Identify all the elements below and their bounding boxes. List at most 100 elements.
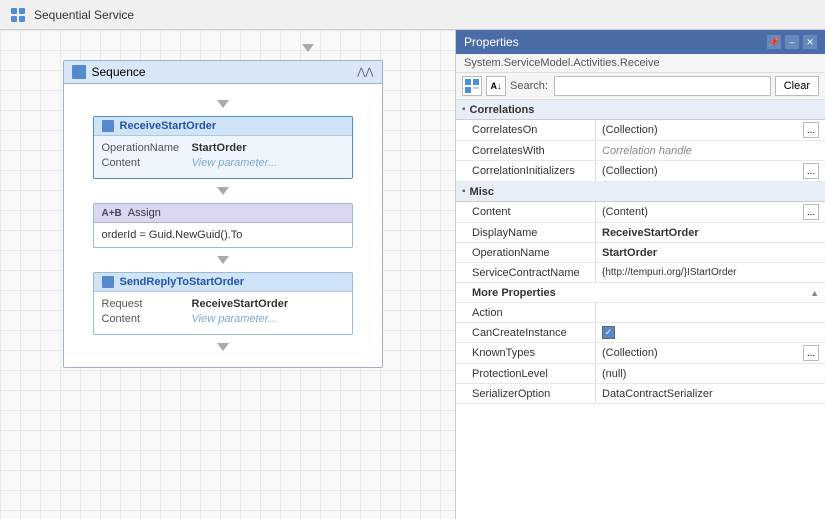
send-reply-value-0: ReceiveStartOrder [192,298,289,310]
prop-name-protection-level: ProtectionLevel [456,364,596,383]
properties-panel: Properties 📌 – ✕ System.ServiceModel.Act… [455,30,825,519]
send-reply-row-1: Content View parameter... [102,313,344,325]
prop-name-action: Action [456,303,596,322]
prop-correlation-init: CorrelationInitializers (Collection) ... [456,161,825,182]
section-correlations: ▪ Correlations [456,100,825,120]
correlation-init-btn[interactable]: ... [803,163,819,179]
props-toolbar: A↓ Search: Clear [456,73,825,100]
prop-name-content: Content [456,202,596,222]
prop-value-display-name: ReceiveStartOrder [596,223,825,242]
app-icon [10,7,26,23]
misc-label: Misc [470,186,494,198]
prop-correlates-on: CorrelatesOn (Collection) ... [456,120,825,141]
prop-name-serializer: SerializerOption [456,384,596,403]
assign-activity[interactable]: A+B Assign orderId = Guid.NewGuid().To [93,203,353,248]
props-pin-btn[interactable]: 📌 [767,35,781,49]
prop-value-protection-level: (null) [596,364,825,383]
app-title: Sequential Service [34,8,134,22]
props-title-controls: 📌 – ✕ [767,35,817,49]
prop-known-types: KnownTypes (Collection) ... [456,343,825,364]
inner-connector-top [217,100,229,108]
props-title-bar: Properties 📌 – ✕ [456,30,825,54]
assign-expression: orderId = Guid.NewGuid().To [102,229,243,241]
receive-value-1: View parameter... [192,157,278,169]
prop-operation-name: OperationName StartOrder [456,243,825,263]
correlates-on-btn[interactable]: ... [803,122,819,138]
send-reply-header: SendReplyToStartOrder [94,273,352,292]
top-connector [302,44,314,52]
prop-name-can-create: CanCreateInstance [456,323,596,342]
prop-value-serializer: DataContractSerializer [596,384,825,403]
props-search-input[interactable] [554,76,771,96]
prop-correlates-with: CorrelatesWith Correlation handle [456,141,825,161]
props-subtitle: System.ServiceModel.Activities.Receive [456,54,825,73]
app-title-bar: Sequential Service [0,0,825,30]
receive-row-0: OperationName StartOrder [102,142,344,154]
prop-value-can-create: ✓ [596,323,825,342]
sequence-container: Sequence ⋀⋀ ReceiveStartOrder [63,60,383,368]
prop-name-known-types: KnownTypes [456,343,596,363]
assign-header: A+B Assign [94,204,352,223]
sequence-label: Sequence [92,65,146,79]
assign-body: orderId = Guid.NewGuid().To [94,223,352,247]
workflow-canvas[interactable]: Sequence ⋀⋀ ReceiveStartOrder [0,30,455,519]
sequence-collapse-btn[interactable]: ⋀⋀ [357,67,373,78]
prop-value-content: (Content) ... [596,202,825,222]
prop-name-display-name: DisplayName [456,223,596,242]
prop-name-operation-name: OperationName [456,243,596,262]
prop-name-service-contract: ServiceContractName [456,263,596,282]
receive-value-0: StartOrder [192,142,247,154]
receive-activity[interactable]: ReceiveStartOrder OperationName StartOrd… [93,116,353,179]
prop-action: Action [456,303,825,323]
send-reply-body: Request ReceiveStartOrder Content View p… [94,292,352,334]
prop-service-contract: ServiceContractName {http://tempuri.org/… [456,263,825,283]
connector-2 [217,256,229,264]
send-reply-label-1: Content [102,313,192,325]
props-clear-btn[interactable]: Clear [775,76,819,96]
props-close-btn[interactable]: ✕ [803,35,817,49]
props-minimize-btn[interactable]: – [785,35,799,49]
props-title: Properties [464,35,519,49]
receive-label-1: Content [102,157,192,169]
more-props-label: More Properties [472,287,556,299]
send-reply-title: SendReplyToStartOrder [120,276,245,288]
prop-protection-level: ProtectionLevel (null) [456,364,825,384]
correlations-toggle[interactable]: ▪ [462,104,466,115]
prop-name-correlates-on: CorrelatesOn [456,120,596,140]
send-reply-label-0: Request [102,298,192,310]
prop-value-correlation-init: (Collection) ... [596,161,825,181]
sequence-icon [72,65,86,79]
receive-title: ReceiveStartOrder [120,120,217,132]
main-content: Sequence ⋀⋀ ReceiveStartOrder [0,30,825,519]
sequence-body: ReceiveStartOrder OperationName StartOrd… [64,84,382,367]
prop-value-operation-name: StartOrder [596,243,825,262]
send-reply-value-1: View parameter... [192,313,278,325]
known-types-btn[interactable]: ... [803,345,819,361]
connector-1 [217,187,229,195]
sequence-header: Sequence ⋀⋀ [64,61,382,84]
inner-connector-bottom [217,343,229,351]
receive-activity-body: OperationName StartOrder Content View pa… [94,136,352,178]
assign-title: Assign [128,207,161,219]
prop-name-correlation-init: CorrelationInitializers [456,161,596,181]
content-btn[interactable]: ... [803,204,819,220]
prop-value-action [596,303,825,322]
receive-row-1: Content View parameter... [102,157,344,169]
misc-toggle[interactable]: ▪ [462,186,466,197]
can-create-checkbox[interactable]: ✓ [602,326,615,339]
props-categorized-btn[interactable] [462,76,482,96]
send-reply-activity[interactable]: SendReplyToStartOrder Request ReceiveSta… [93,272,353,335]
more-props-collapse-icon: ▲ [810,288,819,298]
assign-icon: A+B [102,208,122,219]
prop-value-correlates-on: (Collection) ... [596,120,825,140]
search-label: Search: [510,80,550,92]
send-reply-icon [102,276,114,288]
props-alphabetical-btn[interactable]: A↓ [486,76,506,96]
prop-display-name: DisplayName ReceiveStartOrder [456,223,825,243]
receive-icon [102,120,114,132]
more-props-row[interactable]: More Properties ▲ [456,283,825,303]
receive-label-0: OperationName [102,142,192,154]
section-misc: ▪ Misc [456,182,825,202]
receive-activity-header: ReceiveStartOrder [94,117,352,136]
prop-value-known-types: (Collection) ... [596,343,825,363]
